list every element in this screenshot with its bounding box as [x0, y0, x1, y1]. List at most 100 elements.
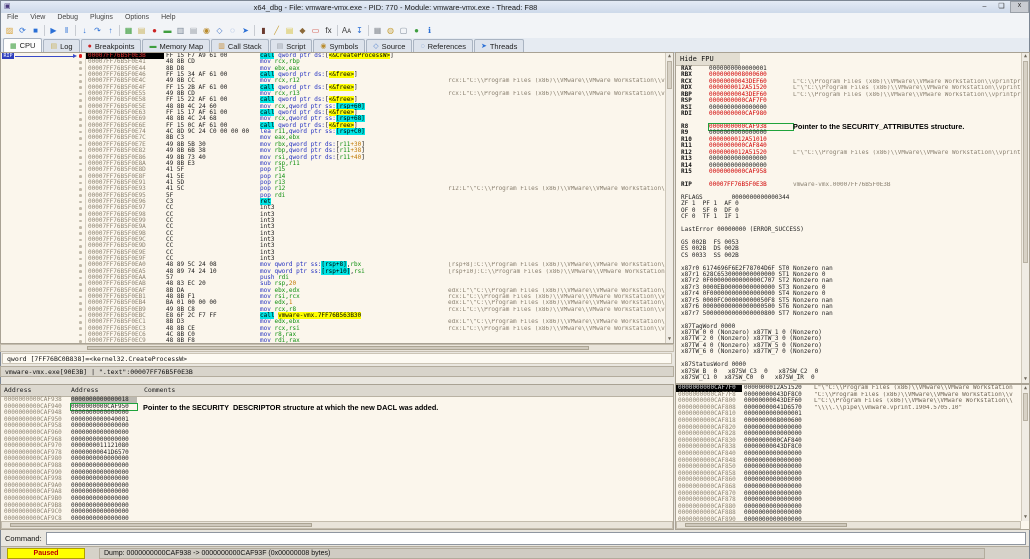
- minimize-button[interactable]: –: [976, 2, 993, 12]
- call-stack-icon[interactable]: ▥: [174, 25, 187, 37]
- tab-cpu[interactable]: ▦ CPU: [3, 38, 43, 52]
- row-dot[interactable]: [79, 340, 82, 343]
- run-icon[interactable]: ▶: [47, 25, 60, 37]
- disassembly-pane[interactable]: RIP 00007FF76B5F0E3B FF 15 F7 A9 61 00 call…: [0, 52, 674, 344]
- register-text-line[interactable]: x87SW_C1 0 x87SW_C0 0 x87SW_IR 0: [676, 374, 1029, 381]
- scroll-thumb[interactable]: [667, 61, 672, 89]
- tab-source[interactable]: ◇ Source: [366, 39, 413, 52]
- scroll-thumb[interactable]: [1023, 393, 1028, 421]
- close-button[interactable]: x: [1010, 1, 1029, 13]
- download-icon[interactable]: ↧: [353, 25, 366, 37]
- row-dot[interactable]: [79, 257, 82, 261]
- row-dot[interactable]: [79, 295, 82, 299]
- register-row-rdi[interactable]: RDI 0000000000CAF980: [676, 110, 1029, 117]
- scroll-thumb[interactable]: [685, 523, 847, 527]
- row-dot[interactable]: [79, 124, 82, 128]
- scroll-thumb[interactable]: [1023, 61, 1028, 263]
- row-dot[interactable]: [79, 314, 82, 318]
- scroll-up-arrow[interactable]: ▲: [1022, 385, 1029, 392]
- row-dot[interactable]: [79, 99, 82, 102]
- row-dot[interactable]: [79, 302, 82, 305]
- row-dot[interactable]: [79, 168, 82, 172]
- log-icon[interactable]: ▤: [135, 25, 148, 37]
- tab-call-stack[interactable]: ▥ Call Stack: [211, 39, 269, 52]
- scroll-down-arrow[interactable]: ▼: [666, 336, 673, 343]
- row-dot[interactable]: [79, 308, 82, 312]
- tab-symbols[interactable]: ◉ Symbols: [313, 39, 366, 52]
- row-dot[interactable]: [79, 149, 82, 153]
- step-over-icon[interactable]: ↷: [91, 25, 104, 37]
- row-dot[interactable]: [79, 80, 82, 83]
- tab-memory-map[interactable]: ▬ Memory Map: [142, 39, 211, 52]
- breakpoint-icon[interactable]: ●: [148, 25, 161, 37]
- row-dot[interactable]: [79, 61, 82, 64]
- tab-script[interactable]: ▤ Script: [269, 39, 313, 52]
- row-dot[interactable]: [79, 67, 82, 70]
- open-file-icon[interactable]: ▨: [3, 25, 16, 37]
- scroll-down-arrow[interactable]: ▼: [1022, 376, 1029, 383]
- row-dot[interactable]: [79, 251, 82, 254]
- row-dot[interactable]: [79, 206, 82, 210]
- patches-icon[interactable]: ▮: [257, 25, 270, 37]
- restart-icon[interactable]: ⟳: [16, 25, 29, 37]
- cpu-icon[interactable]: ▦: [122, 25, 135, 37]
- menu-item-file[interactable]: File: [1, 13, 24, 23]
- stack-pane[interactable]: 0000000000CAF7F0 0000000012A51520 L"\"C:\\…: [675, 384, 1030, 530]
- registers-vscrollbar[interactable]: ▲ ▼: [1021, 53, 1029, 383]
- row-dot[interactable]: [79, 130, 82, 134]
- command-input[interactable]: [45, 532, 1026, 545]
- row-dot[interactable]: [79, 86, 82, 89]
- row-dot[interactable]: [79, 162, 82, 166]
- menu-item-plugins[interactable]: Plugins: [84, 13, 119, 23]
- memory-map-icon[interactable]: ▬: [161, 25, 174, 37]
- row-dot[interactable]: [79, 276, 82, 280]
- title-bar[interactable]: ▣ x64_dbg - File: vmware-vmx.exe - PID: …: [1, 1, 1029, 13]
- menu-item-options[interactable]: Options: [119, 13, 155, 23]
- row-dot[interactable]: [79, 289, 82, 292]
- scroll-thumb[interactable]: [87, 346, 589, 350]
- dump-header-comments[interactable]: Comments: [139, 385, 673, 396]
- tab-threads[interactable]: ➤ Threads: [473, 39, 525, 52]
- comment-icon[interactable]: ▤: [283, 25, 296, 37]
- row-dot[interactable]: [79, 137, 82, 140]
- row-dot[interactable]: [79, 156, 82, 159]
- scroll-down-arrow[interactable]: ▼: [1022, 514, 1029, 521]
- tab-references[interactable]: ◌ References: [413, 39, 473, 52]
- disassembly-vscrollbar[interactable]: ▲ ▼: [665, 53, 673, 343]
- menu-item-help[interactable]: Help: [155, 13, 181, 23]
- row-dot[interactable]: [79, 73, 82, 77]
- pause-icon[interactable]: ‖: [60, 25, 73, 37]
- row-dot[interactable]: [79, 194, 82, 197]
- tab-log[interactable]: ▤ Log: [43, 39, 80, 52]
- stack-hscrollbar[interactable]: [676, 521, 1021, 529]
- references-icon[interactable]: ◌: [226, 25, 239, 37]
- scroll-thumb[interactable]: [10, 523, 312, 527]
- stack-vscrollbar[interactable]: ▲ ▼: [1021, 385, 1029, 521]
- breakpoint-dot[interactable]: [78, 54, 82, 58]
- row-dot[interactable]: [79, 264, 82, 267]
- step-out-icon[interactable]: ↑: [104, 25, 117, 37]
- row-dot[interactable]: [79, 118, 82, 121]
- row-dot[interactable]: [79, 92, 82, 96]
- tab-breakpoints[interactable]: ● Breakpoints: [80, 39, 142, 52]
- row-dot[interactable]: [79, 175, 82, 178]
- dump-pane[interactable]: Address Address Comments 0000000000CAF93…: [0, 384, 674, 530]
- script-icon[interactable]: ▤: [187, 25, 200, 37]
- row-dot[interactable]: [79, 225, 82, 229]
- threads-icon[interactable]: ➤: [239, 25, 252, 37]
- row-dot[interactable]: [79, 181, 82, 185]
- row-dot[interactable]: [79, 213, 82, 216]
- menu-item-debug[interactable]: Debug: [51, 13, 84, 23]
- info-icon[interactable]: ℹ: [423, 25, 436, 37]
- maximize-button[interactable]: ❏: [993, 2, 1010, 12]
- help-icon[interactable]: ◍: [384, 25, 397, 37]
- row-dot[interactable]: [79, 219, 82, 223]
- row-dot[interactable]: [79, 187, 82, 191]
- pencil-icon[interactable]: ╱: [270, 25, 283, 37]
- scroll-up-arrow[interactable]: ▲: [1022, 53, 1029, 60]
- dump-header-address1[interactable]: Address: [1, 385, 69, 396]
- row-dot[interactable]: [79, 327, 82, 331]
- dump-hscrollbar[interactable]: [1, 521, 673, 529]
- row-dot[interactable]: [79, 143, 82, 147]
- symbols-icon[interactable]: ◉: [200, 25, 213, 37]
